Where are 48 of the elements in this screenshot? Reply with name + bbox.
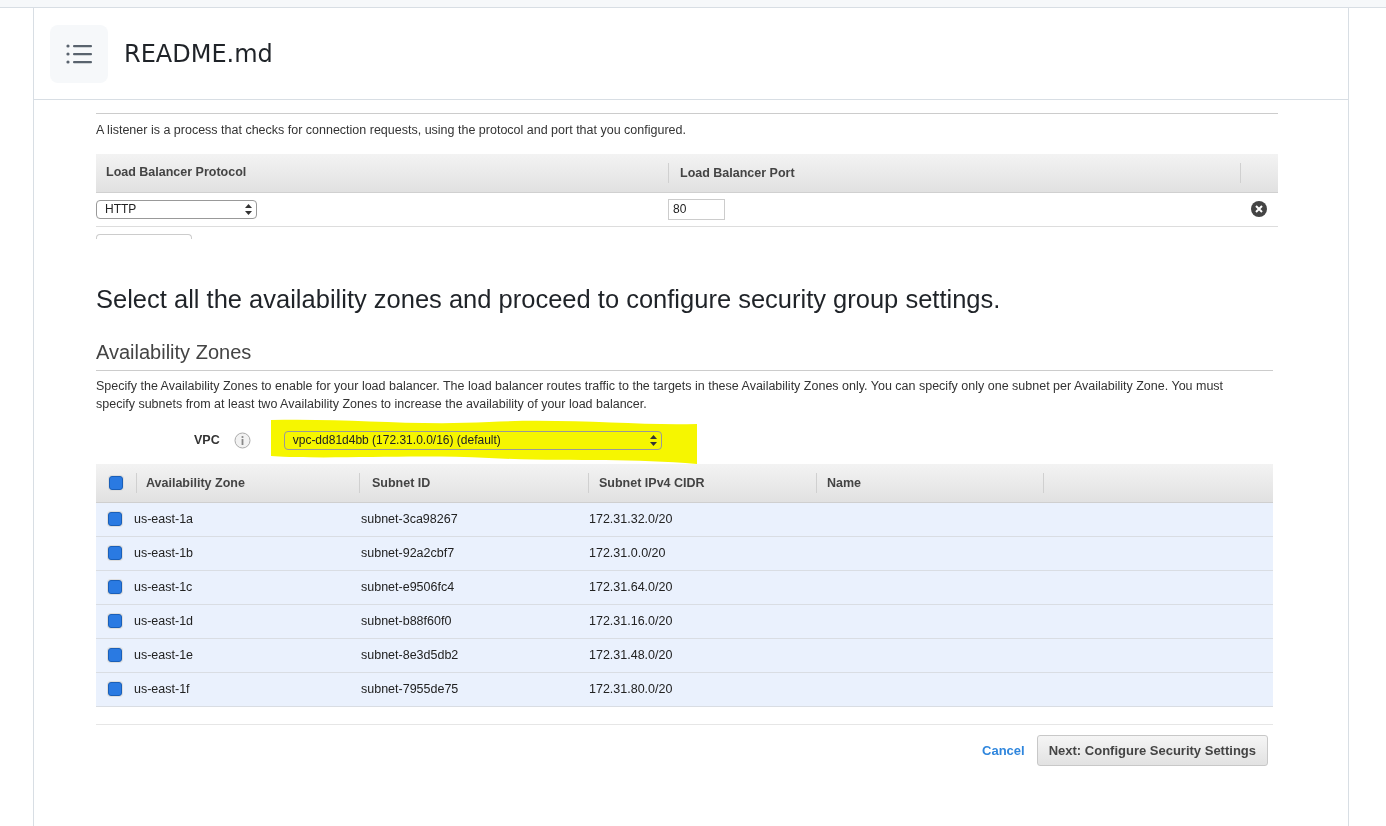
updown-caret-icon <box>245 203 252 215</box>
table-cell-text: subnet-3ca98267 <box>361 510 459 528</box>
checkbox[interactable] <box>108 648 122 663</box>
updown-caret-icon <box>649 434 657 446</box>
checkbox[interactable] <box>108 580 122 595</box>
column-header: Name <box>816 472 1043 493</box>
column-header: Subnet ID <box>359 472 588 493</box>
table-cell-text: us-east-1c <box>134 578 194 596</box>
table-cell-text: 172.31.0.0/20 <box>589 544 667 562</box>
cancel-link[interactable]: Cancel <box>982 740 1025 760</box>
checkbox[interactable] <box>108 682 122 697</box>
checkbox[interactable] <box>108 614 122 629</box>
remove-icon[interactable] <box>1251 201 1267 218</box>
table-cell-text: us-east-1a <box>134 510 195 528</box>
list-icon <box>66 43 92 64</box>
table-cell-text: us-east-1d <box>134 612 195 630</box>
table-cell-text: 172.31.48.0/20 <box>589 646 674 664</box>
availability-description: Specify the Availability Zones to enable for your load balancer. The load balancer routes traffic to the targets in these Availability Zones only. You can specify only one subnet per Availability Zone. You must specify subnets from at least two Availability Zones to increase the availability of your load balancer. <box>96 377 1225 414</box>
checkbox[interactable] <box>108 512 122 527</box>
table-cell-text: subnet-92a2cbf7 <box>361 544 456 562</box>
listener-description: A listener is a process that checks for connection requests, using the protocol and port that you configured. <box>96 122 687 139</box>
table-cell-text: us-east-1b <box>134 544 195 562</box>
info-icon <box>233 431 251 449</box>
column-header: Subnet IPv4 CIDR <box>588 472 816 493</box>
column-header: Availability Zone <box>136 472 359 493</box>
checkbox[interactable] <box>109 475 123 490</box>
table-cell-text: subnet-7955de75 <box>361 680 460 698</box>
table-cell-text: 172.31.80.0/20 <box>589 680 674 698</box>
vpc-label: VPC <box>194 431 220 449</box>
port-field[interactable]: 80 <box>668 198 725 220</box>
next-button[interactable]: Next: Configure Security Settings <box>1036 734 1268 766</box>
checkbox[interactable] <box>108 546 122 561</box>
section-title: Availability Zones <box>96 339 253 365</box>
table-cell-text: subnet-e9506fc4 <box>361 578 456 596</box>
table-cell-text: 172.31.64.0/20 <box>589 578 674 596</box>
column-header: Load Balancer Protocol <box>105 164 248 182</box>
column-header: Load Balancer Port <box>668 162 1240 183</box>
table-cell-text: subnet-8e3d5db2 <box>361 646 460 664</box>
table-cell-text: subnet-b88f60f0 <box>361 612 453 630</box>
table-cell-text: 172.31.16.0/20 <box>589 612 674 630</box>
table-cell-text: us-east-1f <box>134 680 191 698</box>
vpc-select[interactable]: vpc-dd81d4bb (172.31.0.0/16) (default) <box>283 430 662 450</box>
instruction-text: Select all the availability zones and proceed to configure security group settings. <box>96 283 1002 315</box>
outline-menu-button[interactable] <box>50 24 108 83</box>
table-cell-text: 172.31.32.0/20 <box>589 510 674 528</box>
protocol-select[interactable]: HTTP <box>96 199 257 219</box>
table-cell-text: us-east-1e <box>134 646 195 664</box>
file-title: README.md <box>124 38 273 70</box>
